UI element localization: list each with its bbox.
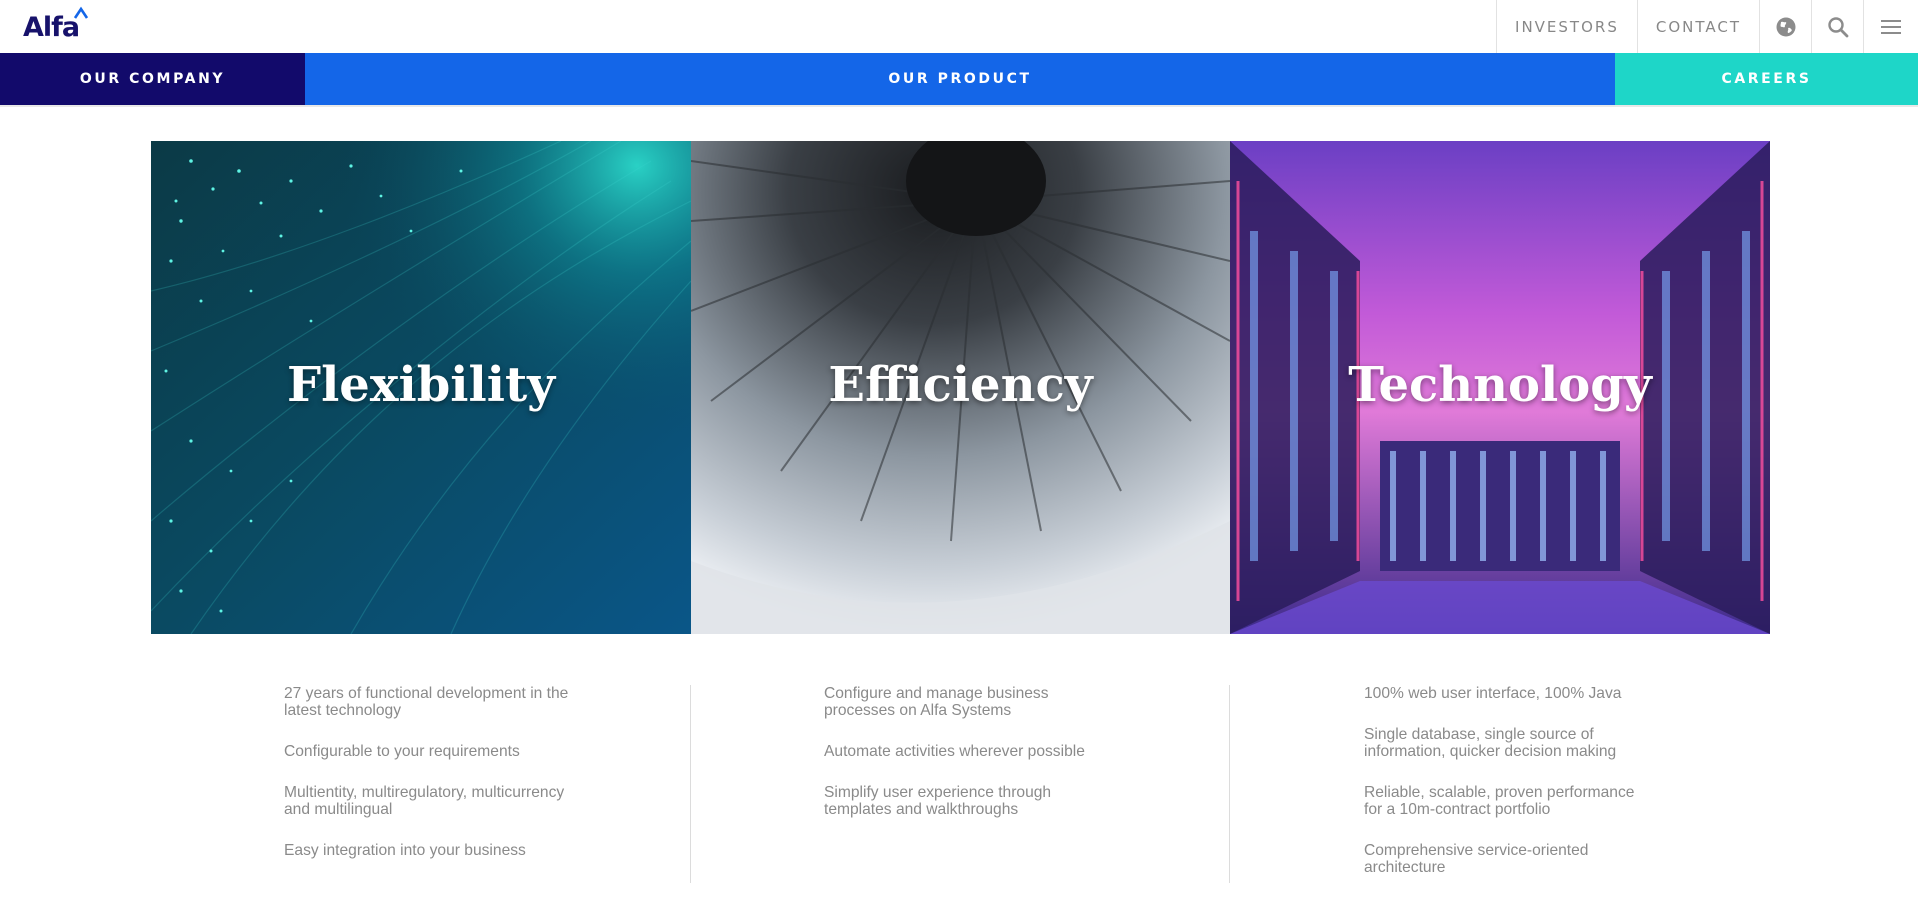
globe-button[interactable] (1759, 0, 1811, 53)
main-nav: OUR COMPANY OUR PRODUCT CAREERS (0, 53, 1918, 105)
logo-text: Alfa (23, 12, 80, 43)
investors-link[interactable]: INVESTORS (1496, 0, 1637, 53)
panel-flexibility[interactable]: Flexibility (151, 141, 691, 634)
nav-our-company[interactable]: OUR COMPANY (0, 53, 305, 105)
nav-divider (0, 105, 1918, 107)
nav-careers[interactable]: CAREERS (1615, 53, 1918, 105)
search-button[interactable] (1811, 0, 1863, 53)
list-item: 27 years of functional development in th… (284, 685, 569, 719)
menu-button[interactable] (1863, 0, 1918, 53)
column-divider (1229, 685, 1230, 883)
list-item: 100% web user interface, 100% Java (1364, 685, 1622, 702)
panel-title-efficiency: Efficiency (828, 357, 1093, 413)
list-item: Single database, single source of inform… (1364, 726, 1617, 760)
logo-chevron-icon (73, 6, 89, 19)
list-item: Comprehensive service-oriented architect… (1364, 842, 1589, 876)
panel-title-technology: Technology (1348, 357, 1652, 413)
contact-link[interactable]: CONTACT (1636, 0, 1759, 53)
top-bar: Alfa INVESTORS CONTACT (0, 0, 1918, 53)
panel-technology[interactable]: Technology (1230, 141, 1770, 634)
list-item: Simplify user experience through templat… (824, 784, 1052, 818)
globe-icon (1776, 17, 1795, 36)
column-divider (690, 685, 691, 883)
list-item: Automate activities wherever possible (824, 743, 1085, 760)
efficiency-features: Configure and manage business processes … (824, 670, 1114, 818)
panel-efficiency[interactable]: Efficiency (691, 141, 1230, 634)
menu-icon (1881, 19, 1901, 34)
list-item: Configurable to your requirements (284, 743, 520, 760)
utility-links: INVESTORS CONTACT (1496, 0, 1918, 53)
panel-title-flexibility: Flexibility (286, 357, 556, 413)
feature-lists: 27 years of functional development in th… (151, 670, 1770, 917)
list-item: Easy integration into your business (284, 842, 526, 859)
list-item: Reliable, scalable, proven performance f… (1364, 784, 1635, 818)
feature-panels: Flexibility Efficiency Technology (151, 141, 1770, 634)
nav-our-product[interactable]: OUR PRODUCT (305, 53, 1615, 105)
flexibility-features: 27 years of functional development in th… (284, 670, 574, 859)
search-icon (1827, 16, 1848, 37)
list-item: Multientity, multiregulatory, multicurre… (284, 784, 565, 818)
technology-features: 100% web user interface, 100% Java Singl… (1364, 670, 1654, 876)
list-item: Configure and manage business processes … (824, 685, 1049, 719)
